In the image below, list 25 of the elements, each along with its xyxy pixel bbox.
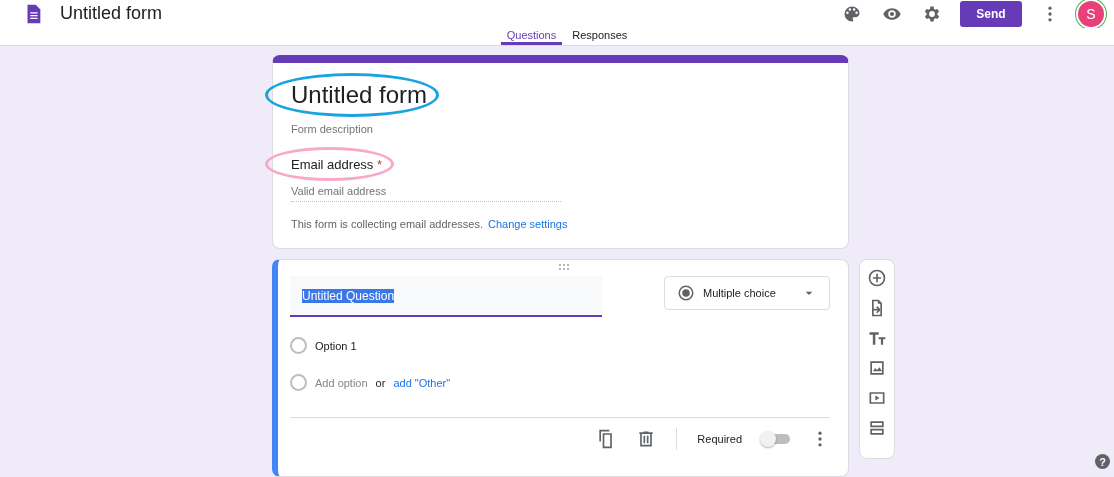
account-avatar[interactable]: S bbox=[1078, 0, 1104, 27]
help-button[interactable]: ? bbox=[1095, 454, 1110, 469]
email-label: Email address * bbox=[291, 157, 383, 172]
add-icon[interactable] bbox=[867, 268, 887, 288]
form-description[interactable]: Form description bbox=[291, 123, 830, 135]
radio-icon bbox=[677, 284, 695, 302]
image-icon[interactable] bbox=[867, 358, 887, 378]
drag-handle-icon[interactable] bbox=[558, 263, 570, 271]
radio-button[interactable] bbox=[290, 337, 307, 354]
or-text: or bbox=[375, 376, 386, 389]
section-icon[interactable] bbox=[867, 418, 887, 438]
form-title[interactable]: Untitled form bbox=[291, 81, 428, 108]
add-other-link[interactable]: add "Other" bbox=[393, 376, 451, 389]
required-toggle[interactable] bbox=[762, 434, 790, 444]
add-option-link[interactable]: Add option bbox=[315, 376, 368, 389]
option-label[interactable]: Option 1 bbox=[315, 339, 357, 352]
question-title-field[interactable]: Untitled Question bbox=[290, 276, 602, 317]
required-label: Required bbox=[697, 433, 742, 445]
change-settings-link[interactable]: Change settings bbox=[487, 218, 568, 230]
question-type-dropdown[interactable]: Multiple choice bbox=[664, 276, 830, 310]
send-button[interactable]: Send bbox=[960, 0, 1022, 27]
document-title[interactable]: Untitled form bbox=[60, 3, 824, 25]
tab[interactable]: Questions bbox=[500, 27, 563, 45]
tab[interactable]: Responses bbox=[566, 27, 634, 45]
collecting-notice: This form is collecting email addresses. Change settings bbox=[291, 218, 569, 230]
